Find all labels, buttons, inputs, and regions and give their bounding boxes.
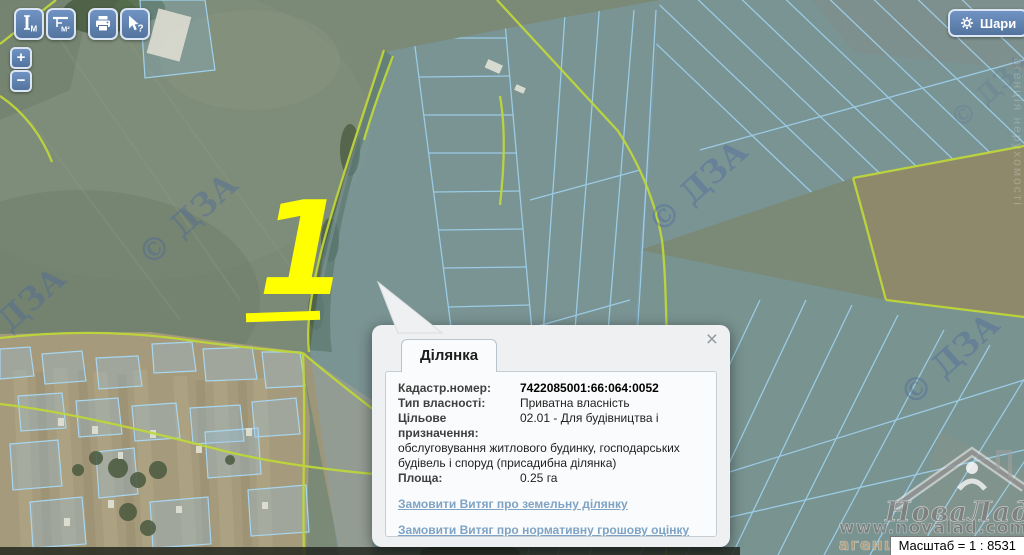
zoom-in-button[interactable]: +	[10, 47, 32, 69]
print-button[interactable]	[88, 8, 118, 40]
popup-callout-pointer	[360, 270, 460, 340]
layers-label: Шари	[980, 16, 1016, 31]
field-area: Площа:0.25 га	[398, 471, 704, 486]
print-icon	[92, 13, 114, 35]
scale-indicator: Масштаб = 1 : 8531	[890, 536, 1024, 555]
measure-length-button[interactable]: М	[14, 8, 44, 40]
measure-area-button[interactable]: М²	[46, 8, 76, 40]
svg-text:?: ?	[138, 24, 144, 35]
cadastral-map-app: © ДЗА © ДЗА © ДЗА © ДЗА © ДЗА агенція не…	[0, 0, 1024, 555]
svg-text:М: М	[31, 25, 38, 34]
popup-body: Кадастр.номер:7422085001:66:064:0052 Тип…	[385, 371, 717, 537]
marker-1: 1	[246, 173, 349, 325]
layers-button[interactable]: Шари	[948, 9, 1024, 37]
measure-length-icon: М	[18, 13, 40, 35]
gear-icon	[960, 16, 974, 30]
link-order-extract-valuation[interactable]: Замовити Витяг про нормативну грошову оц…	[398, 523, 704, 537]
brand-person-icon	[966, 462, 978, 474]
field-designated-purpose: Цільове призначення:02.01 - Для будівниц…	[398, 411, 704, 471]
tab-parcel[interactable]: Ділянка	[401, 339, 497, 372]
link-order-extract-parcel[interactable]: Замовити Витяг про земельну ділянку	[398, 497, 704, 512]
svg-text:1: 1	[258, 173, 348, 325]
zoom-out-button[interactable]: −	[10, 70, 32, 92]
field-ownership-type: Тип власності:Приватна власність	[398, 396, 704, 411]
parcel-info-popup: × Ділянка Кадастр.номер:7422085001:66:06…	[372, 325, 730, 547]
agency-vertical-watermark: агенція нерухомості	[1011, 58, 1024, 207]
identify-button[interactable]: ?	[120, 8, 150, 40]
measure-area-icon: М²	[50, 13, 72, 35]
field-cadastral-number: Кадастр.номер:7422085001:66:064:0052	[398, 381, 704, 396]
identify-cursor-icon: ?	[124, 13, 146, 35]
svg-text:М²: М²	[61, 25, 70, 34]
close-icon[interactable]: ×	[706, 329, 718, 350]
